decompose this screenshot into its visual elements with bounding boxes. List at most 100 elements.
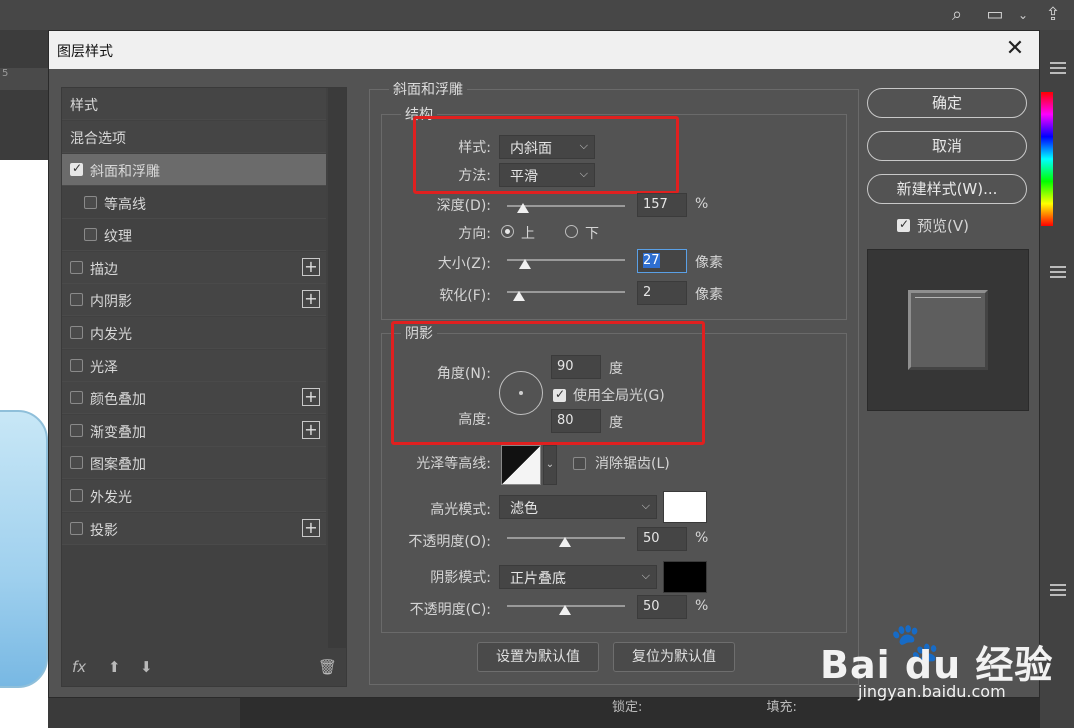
- soften-value: 2: [643, 285, 652, 300]
- global-light-label: 使用全局光(G): [573, 388, 665, 404]
- share-icon[interactable]: ⇪: [1042, 4, 1064, 26]
- close-icon[interactable]: ✕: [1003, 37, 1027, 61]
- add-effect-icon[interactable]: +: [302, 420, 320, 439]
- style-item-checkbox[interactable]: [70, 391, 83, 405]
- altitude-input[interactable]: 80: [551, 409, 601, 433]
- style-item-checkbox[interactable]: [70, 293, 83, 307]
- add-effect-icon[interactable]: +: [302, 518, 320, 537]
- size-slider-thumb[interactable]: [519, 259, 531, 269]
- style-item[interactable]: 内发光: [62, 317, 326, 349]
- style-item-checkbox[interactable]: [70, 423, 83, 437]
- list-scrollbar[interactable]: [328, 88, 346, 648]
- make-default-button[interactable]: 设置为默认值: [477, 642, 599, 672]
- search-icon[interactable]: ⌕: [946, 4, 968, 26]
- style-item-label: 投影: [90, 522, 118, 539]
- direction-up-label: 上: [521, 226, 535, 242]
- ok-button[interactable]: 确定: [867, 88, 1027, 118]
- altitude-label: 高度:: [458, 412, 491, 428]
- depth-unit: %: [695, 196, 709, 212]
- soften-unit: 像素: [695, 287, 723, 303]
- gloss-contour-picker[interactable]: [501, 445, 541, 485]
- style-item-label: 纹理: [104, 229, 132, 246]
- size-label: 大小(Z):: [437, 256, 491, 272]
- style-item[interactable]: 投影 +: [62, 512, 326, 545]
- panel-menu-icon[interactable]: [1050, 584, 1066, 596]
- chevron-down-icon[interactable]: ⌄: [1012, 4, 1034, 26]
- style-item[interactable]: 图案叠加: [62, 447, 326, 480]
- shadow-mode-label: 阴影模式:: [430, 570, 491, 586]
- global-light-checkbox[interactable]: [553, 387, 566, 402]
- style-item-checkbox[interactable]: [70, 260, 83, 274]
- style-item-checkbox[interactable]: [84, 228, 97, 242]
- shadow-opacity-label: 不透明度(C):: [409, 602, 491, 618]
- shadow-opacity-input[interactable]: 50: [637, 595, 687, 619]
- shadow-mode-select[interactable]: 正片叠底 ⌵: [499, 565, 657, 589]
- soften-slider-thumb[interactable]: [513, 291, 525, 301]
- lock-label: 锁定:: [612, 700, 643, 715]
- style-item[interactable]: 纹理: [62, 219, 326, 252]
- style-item-label: 描边: [90, 261, 118, 278]
- direction-up-radio[interactable]: [501, 225, 514, 238]
- style-item-checkbox[interactable]: [70, 489, 83, 502]
- workspace-icon[interactable]: ▭: [984, 4, 1006, 26]
- soften-input[interactable]: 2: [637, 281, 687, 305]
- style-item-checkbox[interactable]: [70, 521, 83, 535]
- move-down-icon[interactable]: ⬇: [140, 658, 153, 676]
- style-item[interactable]: 斜面和浮雕: [62, 154, 326, 186]
- add-effect-icon[interactable]: +: [302, 290, 320, 309]
- style-item-label: 内阴影: [90, 294, 132, 311]
- layer-style-dialog: 图层样式 ✕ 样式 混合选项 斜面和浮雕等高线纹理描边 + 内阴影 + 内发光光泽颜色叠…: [48, 30, 1040, 698]
- canvas-shape: [0, 410, 48, 688]
- chevron-down-icon[interactable]: ⌄: [543, 445, 557, 485]
- style-item[interactable]: 外发光: [62, 480, 326, 512]
- style-item-checkbox[interactable]: [70, 326, 83, 339]
- depth-input[interactable]: 157: [637, 193, 687, 217]
- style-item-checkbox[interactable]: [70, 456, 83, 470]
- shadow-opacity-unit: %: [695, 598, 709, 614]
- styles-header-label: 样式: [70, 98, 98, 114]
- preview-checkbox[interactable]: [897, 217, 910, 232]
- chevron-down-icon: ⌵: [641, 499, 650, 512]
- style-item[interactable]: 内阴影 +: [62, 284, 326, 317]
- size-input[interactable]: 27: [637, 249, 687, 273]
- style-item-checkbox[interactable]: [70, 358, 83, 372]
- color-spectrum[interactable]: [1041, 92, 1053, 226]
- styles-header[interactable]: 样式: [62, 88, 326, 120]
- style-item-checkbox[interactable]: [70, 161, 83, 176]
- new-style-button[interactable]: 新建样式(W)...: [867, 174, 1027, 204]
- cancel-button[interactable]: 取消: [867, 131, 1027, 161]
- add-effect-icon[interactable]: +: [302, 388, 320, 407]
- blend-options-item[interactable]: 混合选项: [62, 121, 326, 153]
- shadow-color-swatch[interactable]: [663, 561, 707, 593]
- angle-input[interactable]: 90: [551, 355, 601, 379]
- style-item[interactable]: 等高线: [62, 186, 326, 219]
- direction-down-radio[interactable]: [565, 225, 578, 238]
- reset-default-button[interactable]: 复位为默认值: [613, 642, 735, 672]
- antialias-checkbox[interactable]: [573, 457, 586, 470]
- style-item[interactable]: 颜色叠加 +: [62, 382, 326, 415]
- direction-down-label: 下: [585, 226, 599, 242]
- chevron-down-icon: ⌵: [641, 569, 650, 582]
- depth-slider-thumb[interactable]: [517, 203, 529, 213]
- style-item[interactable]: 渐变叠加 +: [62, 414, 326, 447]
- highlight-color-swatch[interactable]: [663, 491, 707, 523]
- move-up-icon[interactable]: ⬆: [108, 658, 121, 676]
- shadow-opacity-thumb[interactable]: [559, 605, 571, 615]
- add-effect-icon[interactable]: +: [302, 257, 320, 276]
- fx-icon[interactable]: fx: [72, 658, 86, 676]
- style-item-label: 颜色叠加: [90, 392, 146, 409]
- style-item[interactable]: 描边 +: [62, 251, 326, 284]
- style-item-label: 渐变叠加: [90, 424, 146, 441]
- highlight-opacity-input[interactable]: 50: [637, 527, 687, 551]
- trash-icon[interactable]: 🗑: [318, 658, 337, 676]
- highlight-opacity-thumb[interactable]: [559, 537, 571, 547]
- panel-menu-icon[interactable]: [1050, 62, 1066, 74]
- style-item-checkbox[interactable]: [84, 195, 97, 209]
- highlight-mode-select[interactable]: 滤色 ⌵: [499, 495, 657, 519]
- angle-dial[interactable]: [499, 371, 543, 415]
- size-unit: 像素: [695, 255, 723, 271]
- panel-menu-icon[interactable]: [1050, 266, 1066, 278]
- highlight-mode-value: 滤色: [510, 501, 538, 517]
- style-item-label: 内发光: [90, 327, 132, 343]
- style-item[interactable]: 光泽: [62, 349, 326, 382]
